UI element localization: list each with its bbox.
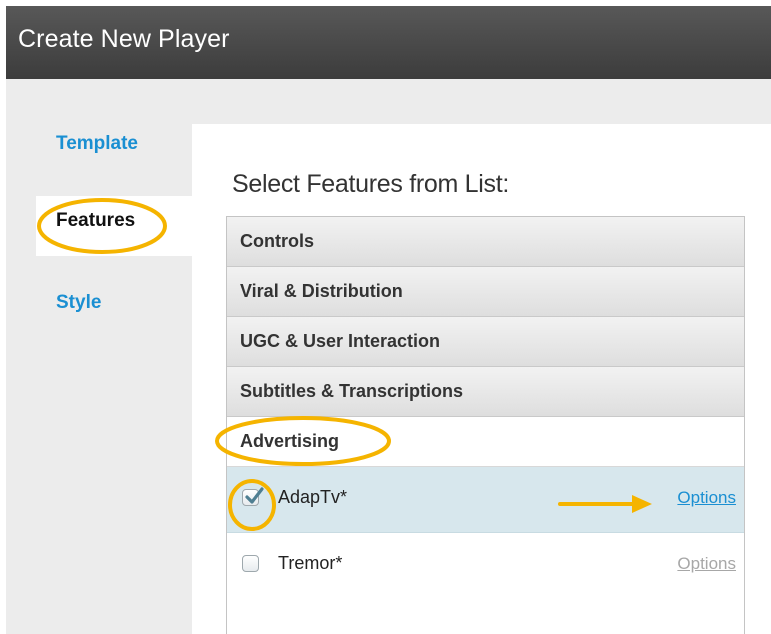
tab-template-label: Template (56, 133, 139, 154)
adaptv-checkbox[interactable] (242, 487, 264, 506)
panel-heading: Select Features from List: (232, 170, 510, 198)
tremor-options-link[interactable]: Options (677, 554, 736, 574)
feature-row-adaptv: AdapTv* Options (227, 467, 744, 533)
section-controls[interactable]: Controls (227, 217, 744, 267)
section-subtitles-transcriptions-label: Subtitles & Transcriptions (240, 381, 464, 401)
section-subtitles-transcriptions[interactable]: Subtitles & Transcriptions (227, 367, 744, 417)
adaptv-options-link[interactable]: Options (677, 488, 736, 508)
section-ugc-user-interaction[interactable]: UGC & User Interaction (227, 317, 744, 367)
tremor-label: Tremor* (278, 553, 343, 573)
features-panel: Select Features from List: Controls Vira… (192, 124, 771, 634)
feature-row-tremor: Tremor* Options (227, 533, 744, 599)
tab-style-label: Style (56, 292, 102, 313)
tab-features-label: Features (56, 210, 136, 231)
section-ugc-user-interaction-label: UGC & User Interaction (240, 331, 441, 351)
section-controls-label: Controls (240, 231, 314, 251)
section-viral-distribution-label: Viral & Distribution (240, 281, 403, 301)
check-icon (245, 487, 264, 504)
feature-accordion: Controls Viral & Distribution UGC & User… (226, 216, 745, 634)
title-bar: Create New Player (6, 6, 771, 79)
section-advertising[interactable]: Advertising (227, 417, 744, 467)
tremor-checkbox[interactable] (242, 555, 259, 572)
dialog-title: Create New Player (18, 25, 230, 53)
tab-style[interactable]: Style (36, 278, 192, 338)
adaptv-label: AdapTv* (278, 487, 348, 507)
section-viral-distribution[interactable]: Viral & Distribution (227, 267, 744, 317)
tab-features[interactable]: Features (36, 196, 192, 256)
tab-template[interactable]: Template (36, 119, 192, 179)
section-advertising-label: Advertising (240, 431, 340, 451)
create-player-dialog: Create New Player Template Features Styl… (6, 6, 771, 634)
